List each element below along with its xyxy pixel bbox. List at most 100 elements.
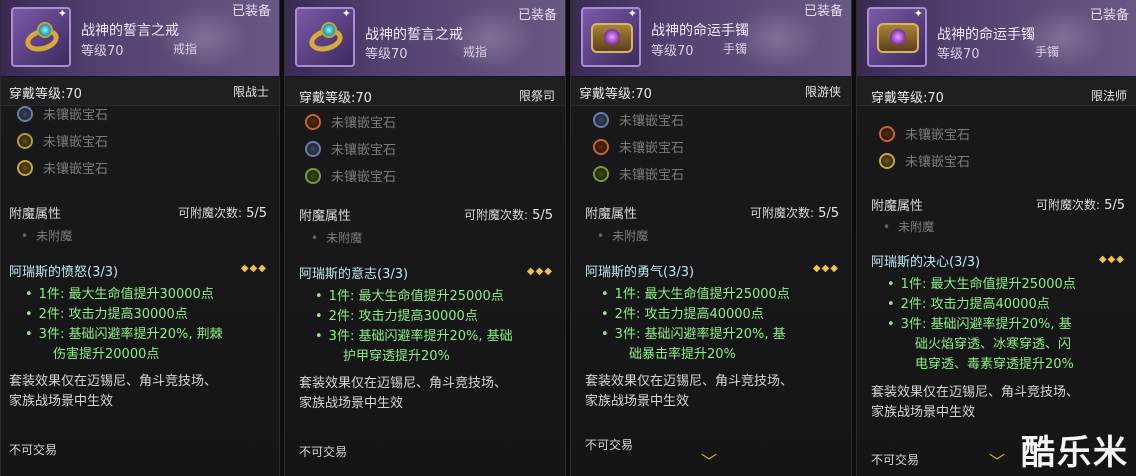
- gem-slot[interactable]: 未镶嵌宝石: [879, 120, 970, 147]
- ring-gem-icon: [37, 22, 53, 38]
- set-note-line: 家族战场景中生效: [299, 396, 404, 411]
- enchant-title: 附魔属性: [9, 207, 62, 222]
- gem-socket-icon: [593, 165, 609, 182]
- gem-slot[interactable]: 未镶嵌宝石: [17, 100, 108, 127]
- set-bonus-item: • 1件: 最大生命值提升25000点: [601, 287, 790, 302]
- gem-slot-label: 未镶嵌宝石: [331, 143, 397, 158]
- gem-slot-label: 未镶嵌宝石: [619, 168, 685, 183]
- set-bonus-item: • 2件: 攻击力提高30000点: [25, 307, 188, 322]
- gem-socket-icon: [17, 132, 33, 149]
- equipped-badge: 已装备: [231, 4, 271, 19]
- gem-socket-icon: [879, 125, 895, 142]
- gem-slot[interactable]: 未镶嵌宝石: [17, 154, 108, 181]
- bracelet-gem-icon: [890, 29, 906, 45]
- gem-slot[interactable]: 未镶嵌宝石: [305, 108, 396, 135]
- set-rarity-icon: ◆◆◆: [812, 263, 839, 274]
- set-bonus-item: • 3件: 基础闪避率提升20%, 基础 护甲穿透提升20%: [315, 329, 513, 364]
- gem-slot-list: 未镶嵌宝石 未镶嵌宝石: [879, 120, 970, 174]
- set-note-line: 家族战场景中生效: [9, 394, 114, 409]
- set-bonus-item: • 2件: 攻击力提高30000点: [315, 309, 478, 324]
- bracelet-gem-icon: [604, 29, 620, 45]
- gem-slot-label: 未镶嵌宝石: [43, 162, 109, 177]
- gem-slot[interactable]: 未镶嵌宝石: [17, 127, 108, 154]
- enchant-count-value: 5/5: [532, 208, 553, 223]
- set-bonus-text: 2件: 攻击力提高40000点: [614, 307, 764, 322]
- gem-socket-icon: [593, 138, 609, 155]
- sparkle-icon: ✦: [57, 7, 67, 20]
- set-note: 套装效果仅在迈锡尼、角斗竞技场、 家族战场景中生效: [9, 372, 271, 412]
- gem-slot-label: 未镶嵌宝石: [905, 128, 971, 143]
- tooltip-header: ✦ 战神的誓言之戒 等级70 戒指 已装备: [1, 0, 279, 76]
- gem-slot-list: 未镶嵌宝石 未镶嵌宝石 未镶嵌宝石: [593, 106, 684, 187]
- trade-status: 不可交易: [585, 438, 634, 452]
- scroll-down-icon[interactable]: ﹀: [701, 448, 717, 472]
- scroll-down-icon[interactable]: ﹀: [989, 448, 1005, 472]
- gem-slot[interactable]: 未镶嵌宝石: [305, 162, 396, 189]
- gem-slot-label: 未镶嵌宝石: [619, 141, 685, 156]
- gem-slot[interactable]: 未镶嵌宝石: [593, 106, 684, 133]
- set-bonus-text: 3件: 基础闪避率提升20%, 基: [614, 327, 786, 342]
- requirement-bar: 穿戴等级:70 限祭司: [285, 77, 565, 106]
- set-note-line: 套装效果仅在迈锡尼、角斗竞技场、: [9, 374, 218, 389]
- set-note-line: 套装效果仅在迈锡尼、角斗竞技场、: [585, 374, 794, 389]
- item-icon-ring[interactable]: ✦: [11, 7, 71, 67]
- set-note-line: 套装效果仅在迈锡尼、角斗竞技场、: [299, 376, 508, 391]
- set-bonus-item: • 2件: 攻击力提高40000点: [887, 297, 1050, 312]
- set-bonus-text: 1件: 最大生命值提升25000点: [900, 277, 1076, 292]
- item-tooltip-1: ✦ 战神的誓言之戒 等级70 戒指 已装备 穿戴等级:70 限祭司 未镶嵌宝石 …: [284, 0, 566, 476]
- set-bonus-text: 础暴击率提升20%: [629, 347, 736, 362]
- enchant-count: 可附魔次数: 5/5: [750, 204, 839, 221]
- gem-slot-label: 未镶嵌宝石: [43, 108, 109, 123]
- set-bonus-item: • 3件: 基础闪避率提升20%, 荆棘 伤害提升20000点: [25, 327, 223, 362]
- set-bonus-text: 3件: 基础闪避率提升20%, 基: [900, 317, 1072, 332]
- item-slot: 手镯: [1035, 45, 1060, 59]
- wear-level: 穿戴等级:70: [299, 91, 372, 106]
- class-limit: 限游侠: [804, 85, 841, 99]
- gem-slot[interactable]: 未镶嵌宝石: [879, 147, 970, 174]
- set-title: 阿瑞斯的愤怒(3/3): [9, 265, 119, 280]
- item-icon-bracelet[interactable]: ✦: [867, 7, 927, 67]
- set-bonus-text: 1件: 最大生命值提升25000点: [328, 289, 504, 304]
- gem-socket-icon: [305, 140, 321, 157]
- class-limit: 限祭司: [518, 89, 555, 103]
- set-bonus-text: 2件: 攻击力提高40000点: [900, 297, 1050, 312]
- enchant-count-value: 5/5: [246, 206, 267, 221]
- gem-slot[interactable]: 未镶嵌宝石: [593, 160, 684, 187]
- set-title: 阿瑞斯的决心(3/3): [871, 255, 981, 270]
- enchant-count-label: 可附魔次数:: [1036, 198, 1101, 212]
- enchant-count: 可附魔次数: 5/5: [464, 206, 553, 223]
- set-rarity-icon: ◆◆◆: [1098, 254, 1125, 265]
- set-bonus-list: • 1件: 最大生命值提升25000点 • 2件: 攻击力提高40000点 • 3件:…: [887, 275, 1129, 375]
- gem-slot[interactable]: 未镶嵌宝石: [305, 135, 396, 162]
- enchant-none: 未附魔: [311, 229, 362, 246]
- set-bonus-item: • 2件: 攻击力提高40000点: [601, 307, 764, 322]
- item-icon-ring[interactable]: ✦: [295, 7, 355, 67]
- set-bonus-item: • 3件: 基础闪避率提升20%, 基础暴击率提升20%: [601, 327, 786, 362]
- enchant-count-label: 可附魔次数:: [464, 208, 529, 222]
- set-rarity-icon: ◆◆◆: [240, 263, 267, 274]
- item-level: 等级70: [365, 47, 408, 62]
- item-slot: 戒指: [463, 45, 488, 59]
- set-title: 阿瑞斯的意志(3/3): [299, 267, 409, 282]
- gem-socket-icon: [305, 113, 321, 130]
- trade-status: 不可交易: [871, 453, 920, 467]
- set-bonus-item: • 1件: 最大生命值提升30000点: [25, 287, 214, 302]
- trade-status: 不可交易: [9, 443, 58, 457]
- enchant-count-label: 可附魔次数:: [178, 206, 243, 220]
- gem-slot[interactable]: 未镶嵌宝石: [593, 133, 684, 160]
- set-rarity-icon: ◆◆◆: [526, 266, 553, 277]
- sparkle-icon: ✦: [913, 7, 923, 20]
- enchant-count-value: 5/5: [818, 206, 839, 221]
- ring-gem-icon: [321, 22, 337, 38]
- enchant-none: 未附魔: [597, 227, 648, 244]
- item-icon-bracelet[interactable]: ✦: [581, 7, 641, 67]
- enchant-none: 未附魔: [21, 227, 72, 244]
- sparkle-icon: ✦: [627, 7, 637, 20]
- requirement-bar: 穿戴等级:70 限游侠: [571, 77, 851, 106]
- set-bonus-text: 2件: 攻击力提高30000点: [38, 307, 188, 322]
- set-note: 套装效果仅在迈锡尼、角斗竞技场、 家族战场景中生效: [585, 372, 843, 412]
- class-limit: 限法师: [1090, 89, 1127, 103]
- set-note-line: 家族战场景中生效: [871, 405, 976, 420]
- gem-socket-icon: [593, 111, 609, 128]
- set-bonus-text: 2件: 攻击力提高30000点: [328, 309, 478, 324]
